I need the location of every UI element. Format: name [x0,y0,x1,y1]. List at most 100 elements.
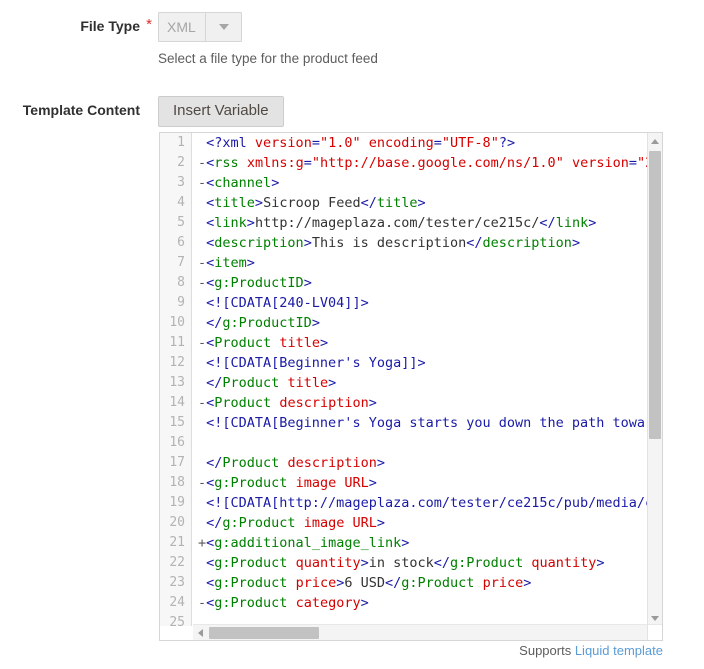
file-type-selected-value: XML [159,13,205,41]
fold-collapse-icon[interactable]: - [198,395,206,411]
code-token: > [588,215,597,231]
code-line[interactable]: <link>http://mageplaza.com/tester/ce215c… [198,213,648,233]
file-type-note: Select a file type for the product feed [158,51,378,66]
code-token: > [328,375,337,391]
line-number: 19 [169,495,185,510]
code-token: image URL [295,475,369,491]
code-token: > [360,595,369,611]
code-token: = [433,135,442,151]
code-token: g:Product [214,475,288,491]
template-content-field-row: Template Content Insert Variable [0,96,284,127]
code-line[interactable]: -<Product title> [198,333,648,353]
code-token: Product [214,335,272,351]
code-line[interactable]: -<channel> [198,173,648,193]
fold-expand-icon[interactable]: + [198,535,206,551]
code-line[interactable]: -<g:ProductID> [198,273,648,293]
scroll-left-button[interactable] [193,625,207,640]
code-token: g:Product [401,575,475,591]
code-line[interactable]: -<g:Product image URL> [198,473,648,493]
code-line[interactable]: <![CDATA[240-LV04]]> [198,293,648,313]
line-number: 16 [169,435,185,450]
code-line[interactable]: <description>This is description</descri… [198,233,648,253]
code-token: item [214,255,247,271]
code-token: > [376,515,385,531]
scroll-up-button[interactable] [648,133,662,149]
code-token: description [279,395,369,411]
line-number: 11 [169,335,185,350]
code-line[interactable]: -<Product description> [198,393,648,413]
code-token: title [376,195,418,211]
line-number: 20 [169,515,185,530]
horizontal-scroll-thumb[interactable] [209,627,319,639]
code-line[interactable]: <![CDATA[Beginner's Yoga]]> [198,353,648,373]
template-code-editor[interactable]: 1 2 3 4 5 6 7 8 9 10 11 12 13 14 15 16 17 18 19 20 21 22 23 24 2… [159,132,663,641]
file-type-select[interactable]: XML [158,12,242,42]
code-line[interactable]: <![CDATA[Beginner's Yoga starts you down… [198,413,648,433]
template-content-label: Template Content [22,102,140,118]
code-token: > [319,335,329,351]
fold-collapse-icon[interactable]: - [198,255,206,271]
code-token: > [571,235,581,251]
code-token: quantity [295,555,361,571]
fold-collapse-icon[interactable]: - [198,475,206,491]
vertical-scroll-thumb[interactable] [649,151,661,439]
fold-collapse-icon[interactable]: - [198,175,206,191]
code-token: g:Product [450,555,524,571]
code-token: description [214,235,304,251]
code-line[interactable]: <g:Product price>6 USD</g:Product price> [198,573,648,593]
insert-variable-button[interactable]: Insert Variable [158,96,284,127]
code-token: version [254,135,312,151]
code-token: </ [539,215,556,231]
code-line[interactable]: +<g:additional_image_link> [198,533,648,553]
code-line[interactable]: </g:Product image URL> [198,513,648,533]
code-token: > [368,395,377,411]
code-token: <![CDATA[240-LV04]]> [206,295,369,311]
file-type-field-row: File Type * XML Select a file type for t… [0,12,378,67]
code-token: <![CDATA[Beginner's Yoga]]> [206,355,426,371]
code-token: </ [385,575,402,591]
code-line[interactable]: <g:Product quantity>in stock</g:Product … [198,553,648,573]
code-line[interactable]: <title>Sicroop Feed</title> [198,193,648,213]
code-line[interactable]: -<g:Product category> [198,593,648,613]
code-line[interactable]: </Product description> [198,453,648,473]
code-token: 6 USD [344,575,385,591]
code-line[interactable]: <![CDATA[http://mageplaza.com/tester/ce2… [198,493,648,513]
code-token: <![CDATA[http://mageplaza.com/tester/ce2… [206,495,648,511]
code-token: > [246,255,255,271]
code-lines[interactable]: <?xml version="1.0" encoding="UTF-8"?> -<… [193,133,648,626]
fold-collapse-icon[interactable]: - [198,275,206,291]
code-token: g:Product [214,555,288,571]
editor-vertical-scrollbar[interactable] [647,133,662,626]
fold-collapse-icon[interactable]: - [198,335,206,351]
code-line[interactable]: <?xml version="1.0" encoding="UTF-8"?> [198,133,648,153]
code-token: image URL [303,515,377,531]
line-number: 4 [177,195,185,210]
code-token: g:Product [214,575,288,591]
code-line[interactable] [198,433,648,453]
fold-collapse-icon[interactable]: - [198,595,206,611]
code-editor-viewport[interactable]: 1 2 3 4 5 6 7 8 9 10 11 12 13 14 15 16 17 18 19 20 21 22 23 24 2… [160,133,648,626]
code-token: > [523,575,532,591]
code-line[interactable]: -<rss xmlns:g="http://base.google.com/ns… [198,153,648,173]
fold-collapse-icon[interactable]: - [198,155,206,171]
code-line[interactable]: </Product title> [198,373,648,393]
file-type-select-toggle[interactable] [205,13,241,41]
code-token: > [254,195,264,211]
code-token: = [303,155,312,171]
template-content-spacer [140,96,158,100]
code-token: Product [222,455,280,471]
line-number: 10 [169,315,185,330]
editor-horizontal-scrollbar[interactable] [193,624,648,640]
code-token: > [368,475,377,491]
code-token: http://mageplaza.com/tester/ce215c/ [254,215,540,231]
liquid-template-link[interactable]: Liquid template [575,643,663,658]
code-line[interactable]: -<item> [198,253,648,273]
code-line[interactable]: </g:ProductID> [198,313,648,333]
